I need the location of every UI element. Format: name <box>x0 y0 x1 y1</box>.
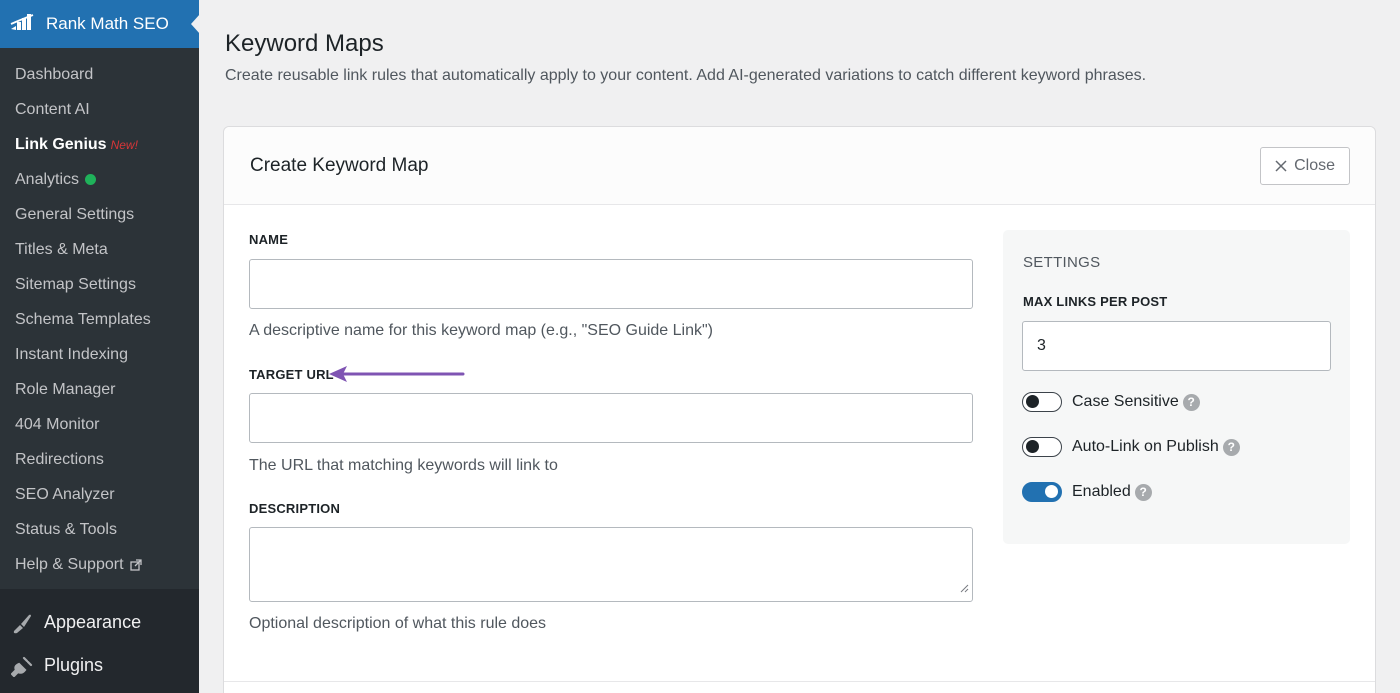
sidebar-item-404-monitor[interactable]: 404 Monitor <box>0 407 199 442</box>
enabled-toggle[interactable] <box>1022 482 1062 502</box>
sidebar-item-redirections[interactable]: Redirections <box>0 442 199 477</box>
description-label: DESCRIPTION <box>249 501 341 516</box>
page-description: Create reusable link rules that automati… <box>225 67 1147 84</box>
sidebar-item-titles-meta[interactable]: Titles & Meta <box>0 232 199 267</box>
enabled-toggle-row[interactable]: Enabled ? <box>1022 482 1152 502</box>
sidebar-item-label: Instant Indexing <box>15 345 128 363</box>
auto-link-label: Auto-Link on Publish <box>1072 438 1219 455</box>
settings-title: SETTINGS <box>1023 254 1101 271</box>
sidebar-item-role-manager[interactable]: Role Manager <box>0 372 199 407</box>
sidebar-item-schema-templates[interactable]: Schema Templates <box>0 302 199 337</box>
close-button-label: Close <box>1294 157 1335 174</box>
settings-panel: SETTINGS MAX LINKS PER POST Case Sensiti… <box>1003 230 1350 544</box>
divider <box>224 681 1375 682</box>
sidebar-item-status-tools[interactable]: Status & Tools <box>0 512 199 547</box>
sidebar-item-label: Link Genius <box>15 135 107 153</box>
target-url-label: TARGET URL <box>249 367 334 382</box>
toggle-knob <box>1026 440 1039 453</box>
close-icon <box>1275 160 1287 172</box>
max-links-label: MAX LINKS PER POST <box>1023 294 1168 309</box>
sidebar-item-label: Dashboard <box>15 65 94 83</box>
sidebar-item-instant-indexing[interactable]: Instant Indexing <box>0 337 199 372</box>
card-title: Create Keyword Map <box>250 154 429 176</box>
sidebar-item-analytics[interactable]: Analytics <box>0 162 199 197</box>
sidebar-item-seo-analyzer[interactable]: SEO Analyzer <box>0 477 199 512</box>
annotation-arrow-icon <box>327 364 467 389</box>
enabled-label: Enabled <box>1072 483 1131 500</box>
toggle-knob <box>1045 485 1058 498</box>
case-sensitive-toggle-row[interactable]: Case Sensitive ? <box>1022 392 1200 412</box>
case-sensitive-label: Case Sensitive <box>1072 393 1179 410</box>
name-help-text: A descriptive name for this keyword map … <box>249 322 713 339</box>
sidebar-item-sitemap-settings[interactable]: Sitemap Settings <box>0 267 199 302</box>
description-textarea[interactable] <box>249 527 973 602</box>
sidebar-item-label: Schema Templates <box>15 310 151 328</box>
card-header: Create Keyword Map Close <box>224 127 1375 205</box>
sidebar-item-label: Redirections <box>15 450 104 468</box>
plugin-icon <box>10 654 34 678</box>
max-links-input[interactable] <box>1022 321 1331 371</box>
sidebar-item-label: SEO Analyzer <box>15 485 115 503</box>
rank-math-logo-icon <box>10 12 36 37</box>
sidebar-item-label: 404 Monitor <box>15 415 100 433</box>
auto-link-toggle-row[interactable]: Auto-Link on Publish ? <box>1022 437 1240 457</box>
sidebar-item-plugins[interactable]: Plugins <box>0 644 199 687</box>
external-link-icon <box>129 558 142 571</box>
sidebar-item-label: Analytics <box>15 170 80 188</box>
description-help-text: Optional description of what this rule d… <box>249 615 547 632</box>
target-url-help-text: The URL that matching keywords will link… <box>249 457 558 474</box>
help-icon[interactable]: ? <box>1182 393 1200 411</box>
rank-math-submenu: Dashboard Content AI Link Genius New! An… <box>0 48 199 589</box>
paintbrush-icon <box>10 611 34 635</box>
resize-handle-icon[interactable] <box>960 580 969 598</box>
sidebar-item-label: Status & Tools <box>15 520 117 538</box>
status-dot-icon <box>85 174 97 185</box>
new-badge: New! <box>110 137 138 152</box>
case-sensitive-toggle[interactable] <box>1022 392 1062 412</box>
help-icon[interactable]: ? <box>1134 483 1152 501</box>
sidebar-item-label: Content AI <box>15 100 90 118</box>
page-title: Keyword Maps <box>225 30 384 57</box>
sidebar-item-dashboard[interactable]: Dashboard <box>0 57 199 92</box>
current-menu-notch <box>191 14 200 34</box>
close-button[interactable]: Close <box>1260 147 1350 185</box>
name-input[interactable] <box>249 259 973 309</box>
name-label: NAME <box>249 232 289 247</box>
target-url-input[interactable] <box>249 393 973 443</box>
admin-sidebar: Rank Math SEO Dashboard Content AI Link … <box>0 0 200 693</box>
auto-link-toggle[interactable] <box>1022 437 1062 457</box>
rank-math-menu-label: Rank Math SEO <box>46 14 169 33</box>
sidebar-item-label: Plugins <box>44 655 104 675</box>
toggle-knob <box>1026 395 1039 408</box>
sidebar-item-help-support[interactable]: Help & Support <box>0 547 199 582</box>
sidebar-item-label: Sitemap Settings <box>15 275 136 293</box>
sidebar-item-general-settings[interactable]: General Settings <box>0 197 199 232</box>
sidebar-item-label: Appearance <box>44 612 142 632</box>
sidebar-item-appearance[interactable]: Appearance <box>0 601 199 644</box>
sidebar-item-content-ai[interactable]: Content AI <box>0 92 199 127</box>
help-icon[interactable]: ? <box>1222 438 1240 456</box>
sidebar-item-link-genius[interactable]: Link Genius New! <box>0 127 199 162</box>
sidebar-item-label: Help & Support <box>15 555 124 573</box>
sidebar-item-label: Titles & Meta <box>15 240 108 258</box>
rank-math-menu-header[interactable]: Rank Math SEO <box>0 0 200 48</box>
sidebar-item-label: General Settings <box>15 205 135 223</box>
sidebar-item-label: Role Manager <box>15 380 116 398</box>
